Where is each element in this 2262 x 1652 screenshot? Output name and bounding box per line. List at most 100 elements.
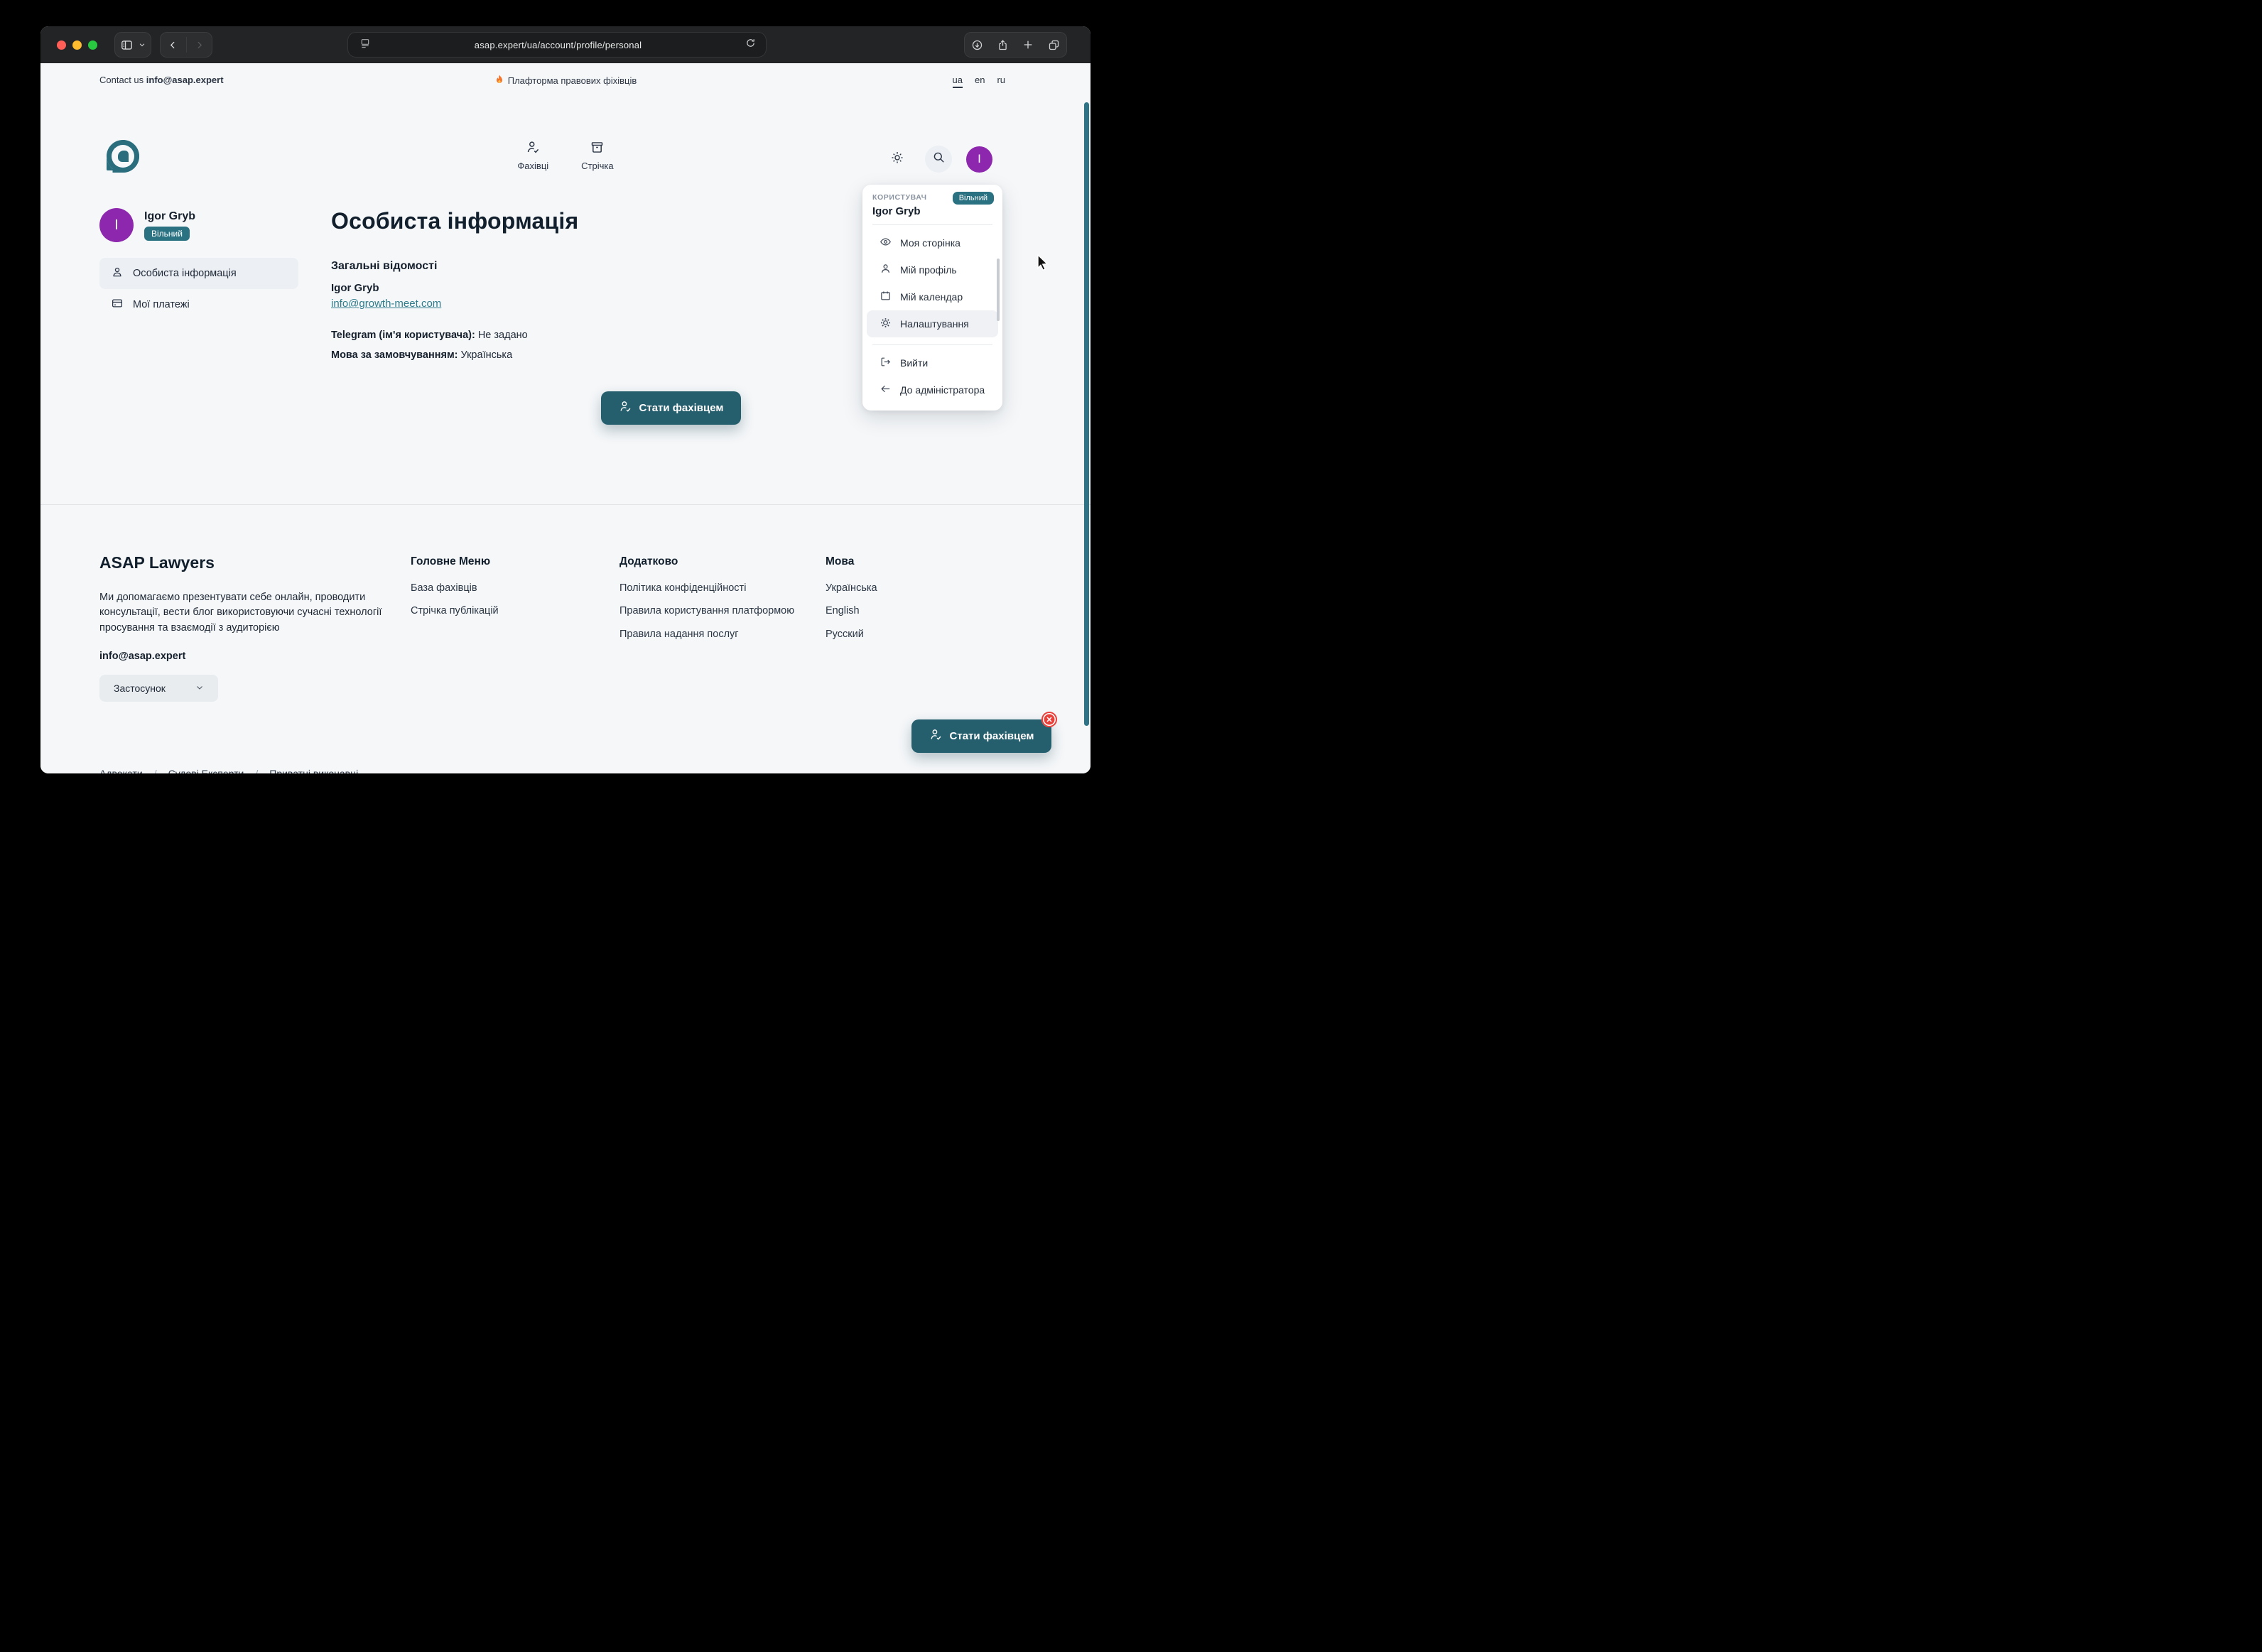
menu-item-my-page[interactable]: Моя сторінка [867,229,998,256]
tab-overview-button[interactable] [1041,39,1066,51]
telegram-field: Telegram (ім'я користувача): Не задано [331,330,528,341]
separator: / [255,768,258,773]
menu-item-label: До адміністратора [900,384,985,396]
forward-button[interactable] [187,40,212,50]
footer-link-service-terms[interactable]: Правила надання послуг [619,629,739,640]
page-scrollbar[interactable] [1084,102,1089,726]
profile-avatar: I [99,208,134,242]
sidebar-toggle-icon [120,38,134,52]
downloads-button[interactable] [965,39,990,51]
default-language-field: Мова за замовчуванням: Українська [331,349,512,361]
telegram-value: Не задано [478,330,528,341]
logout-icon [880,356,892,370]
nav-feed-label: Стрічка [581,161,613,171]
floating-become-expert-button[interactable]: Стати фахівцем [911,719,1051,753]
utility-bar: Contact us info@asap.expert Плафторма пр… [40,70,1091,90]
telegram-label: Telegram (ім'я користувача): [331,330,475,341]
become-expert-label: Стати фахівцем [639,402,724,414]
feed-box-icon [590,140,605,158]
footer-link-publications-feed[interactable]: Стрічка публікацій [411,605,499,616]
footer-link-court-experts[interactable]: Судові Експерти [168,768,244,773]
footer-email[interactable]: info@asap.expert [99,651,185,662]
user-email-link[interactable]: info@growth-meet.com [331,298,441,310]
browser-window: asap.expert/ua/account/profile/personal [40,26,1091,773]
menu-item-logout[interactable]: Вийти [867,349,998,376]
footer-link-lang-en[interactable]: English [826,605,860,616]
become-expert-button[interactable]: Стати фахівцем [601,391,741,425]
tagline-text: Плафторма правових фіхівців [508,75,637,86]
dropdown-scrollbar[interactable] [997,259,1000,321]
new-tab-button[interactable] [1016,39,1041,50]
reload-icon[interactable] [745,38,756,52]
language-switcher: ua en ru [953,75,1006,88]
sidebar-item-personal-info[interactable]: Особиста інформація [99,258,298,289]
lang-en[interactable]: en [975,75,985,88]
page-content: Contact us info@asap.expert Плафторма пр… [40,63,1091,773]
lang-ua[interactable]: ua [953,75,963,88]
close-icon: ✕ [1046,715,1052,724]
card-icon [111,297,124,313]
footer-link-platform-terms[interactable]: Правила користування платформою [619,605,794,616]
app-dropdown-button[interactable]: Застосунок [99,675,218,702]
footer-description: Ми допомагаємо презентувати себе онлайн,… [99,590,382,636]
divider [872,224,992,225]
sidebar-toggle-button[interactable] [114,32,151,58]
minimize-window-button[interactable] [72,40,82,50]
menu-item-label: Моя сторінка [900,237,960,249]
header-actions: I [884,146,992,173]
profile-menu: Особиста інформація Мої платежі [99,258,298,320]
menu-item-my-calendar[interactable]: Мій календар [867,283,998,310]
nav-feed[interactable]: Стрічка [581,140,613,171]
browser-toolbar: asap.expert/ua/account/profile/personal [40,26,1091,63]
footer-link-privacy-policy[interactable]: Політика конфіденційності [619,582,746,594]
page-title: Особиста інформація [331,208,578,234]
user-dropdown-menu: КОРИСТУВАЧ Вільний Igor Gryb Моя сторінк… [862,185,1002,411]
chevron-down-icon [139,41,146,48]
dropdown-status-badge: Вільний [953,192,994,205]
sun-icon [890,151,904,168]
gear-icon [880,317,892,331]
window-controls [57,40,97,50]
page-format-icon[interactable] [359,38,371,53]
footer-link-private-executors[interactable]: Приватні виконавці [269,768,358,773]
menu-item-my-profile[interactable]: Мій профіль [867,256,998,283]
calendar-icon [880,290,892,304]
theme-toggle-button[interactable] [884,146,911,173]
footer-brand: ASAP Lawyers [99,553,215,572]
footer-col-extra-title: Додатково [619,555,678,568]
menu-item-to-admin[interactable]: До адміністратора [867,376,998,403]
floating-cta-label: Стати фахівцем [950,730,1034,742]
user-avatar[interactable]: I [966,146,992,173]
arrow-left-icon [880,383,892,397]
sidebar-item-payments[interactable]: Мої платежі [99,289,298,320]
app-dropdown-label: Застосунок [114,683,166,694]
chevron-down-icon [195,683,204,694]
zoom-window-button[interactable] [88,40,97,50]
tagline: Плафторма правових фіхівців [40,75,1091,88]
section-title: Загальні відомості [331,260,437,273]
person-check-icon [929,728,943,744]
default-language-label: Мова за замовчуванням: [331,349,458,361]
search-button[interactable] [925,146,952,173]
footer-link-lang-uk[interactable]: Українська [826,582,877,594]
footer-link-advocates[interactable]: Адвокати [99,768,143,773]
footer-link-experts-base[interactable]: База фахівців [411,582,477,594]
footer-link-lang-ru[interactable]: Русский [826,629,864,640]
address-bar[interactable]: asap.expert/ua/account/profile/personal [347,32,767,58]
nav-experts[interactable]: Фахівці [517,140,548,171]
url-text[interactable]: asap.expert/ua/account/profile/personal [371,40,745,50]
sidebar-item-label: Особиста інформація [133,268,237,279]
profile-name: Igor Gryb [144,210,195,223]
lang-ru[interactable]: ru [997,75,1005,88]
menu-item-label: Мій календар [900,291,963,303]
sidebar-item-label: Мої платежі [133,299,190,310]
nav-experts-label: Фахівці [517,161,548,171]
menu-item-settings[interactable]: Налаштування [867,310,998,337]
person-icon [880,263,892,277]
close-window-button[interactable] [57,40,66,50]
dismiss-cta-button[interactable]: ✕ [1041,712,1057,727]
share-button[interactable] [990,39,1016,51]
back-button[interactable] [161,40,186,50]
default-language-value: Українська [461,349,513,361]
person-icon [111,266,124,281]
